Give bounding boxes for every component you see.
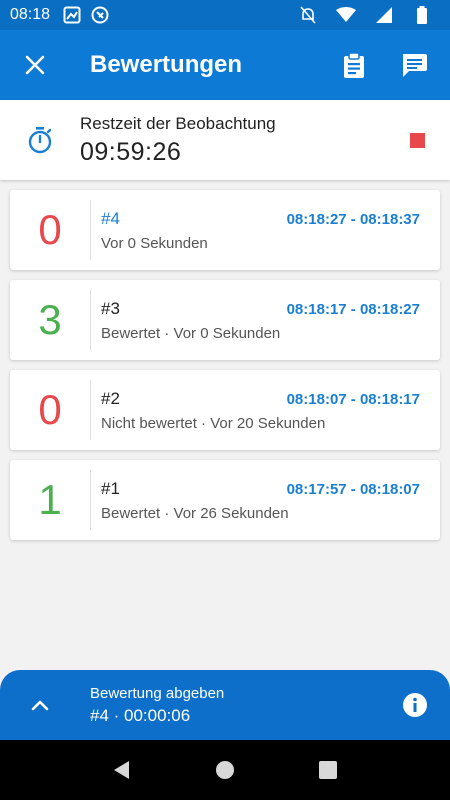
rating-card[interactable]: 3 #3 08:18:17 - 08:18:27 Bewertet · Vor …: [10, 280, 440, 360]
rating-card[interactable]: 1 #1 08:17:57 - 08:18:07 Bewertet · Vor …: [10, 460, 440, 540]
home-icon[interactable]: [215, 760, 235, 780]
rating-subtitle: Bewertet · Vor 0 Sekunden: [101, 324, 281, 342]
wifi-icon: [336, 5, 356, 25]
stopwatch-icon: [0, 126, 80, 154]
battery-icon: [412, 5, 432, 25]
close-icon: [25, 55, 45, 75]
rating-score: 0: [38, 206, 62, 253]
close-button[interactable]: [0, 30, 70, 100]
comment-button[interactable]: [384, 30, 444, 100]
clipboard-icon: [344, 52, 364, 78]
status-bar: 08:18: [0, 0, 450, 30]
rating-number: #2: [101, 388, 120, 408]
info-button[interactable]: [380, 692, 450, 718]
rating-subtitle: Bewertet · Vor 26 Sekunden: [101, 504, 289, 522]
submit-rating-value: #4 · 00:00:06: [90, 705, 191, 725]
rating-score: 1: [38, 476, 62, 523]
rating-time-range: 08:18:07 - 08:18:17: [286, 390, 420, 408]
ratings-list: 0 #4 08:18:27 - 08:18:37 Vor 0 Sekunden …: [10, 190, 440, 550]
back-icon[interactable]: [112, 760, 132, 780]
page-title: Bewertungen: [90, 51, 243, 78]
info-icon: [403, 693, 427, 717]
submit-rating-label: Bewertung abgeben: [90, 684, 225, 702]
image-notification-icon: [62, 5, 82, 25]
system-nav-bar: [0, 740, 450, 800]
chevron-up-icon: [31, 700, 49, 711]
rating-card[interactable]: 0 #4 08:18:27 - 08:18:37 Vor 0 Sekunden: [10, 190, 440, 270]
app-notification-icon: [90, 5, 110, 25]
observation-timer: Restzeit der Beobachtung 09:59:26: [0, 100, 450, 180]
rating-score: 3: [38, 296, 62, 343]
signal-icon: [374, 5, 394, 25]
rating-score: 0: [38, 386, 62, 433]
clipboard-button[interactable]: [324, 30, 384, 100]
rating-number: #3: [101, 298, 120, 318]
timer-label: Restzeit der Beobachtung: [80, 113, 276, 133]
rating-subtitle: Vor 0 Sekunden: [101, 234, 208, 252]
rating-time-range: 08:18:27 - 08:18:37: [286, 210, 420, 228]
rating-card[interactable]: 0 #2 08:18:07 - 08:18:17 Nicht bewertet …: [10, 370, 440, 450]
status-time: 08:18: [10, 6, 51, 23]
rating-subtitle: Nicht bewertet · Vor 20 Sekunden: [101, 414, 326, 432]
app-bar: Bewertungen: [0, 30, 450, 100]
rating-time-range: 08:17:57 - 08:18:07: [286, 480, 420, 498]
rating-number: #1: [101, 478, 120, 498]
expand-button[interactable]: [0, 699, 80, 711]
stop-button[interactable]: [410, 132, 425, 148]
notifications-off-icon: [298, 5, 318, 25]
rating-time-range: 08:18:17 - 08:18:27: [286, 300, 420, 318]
rating-number: #4: [101, 208, 120, 228]
timer-value: 09:59:26: [80, 137, 182, 166]
submit-rating-panel[interactable]: Bewertung abgeben #4 · 00:00:06: [0, 670, 450, 740]
recents-icon[interactable]: [318, 760, 338, 780]
comment-icon: [403, 54, 427, 77]
